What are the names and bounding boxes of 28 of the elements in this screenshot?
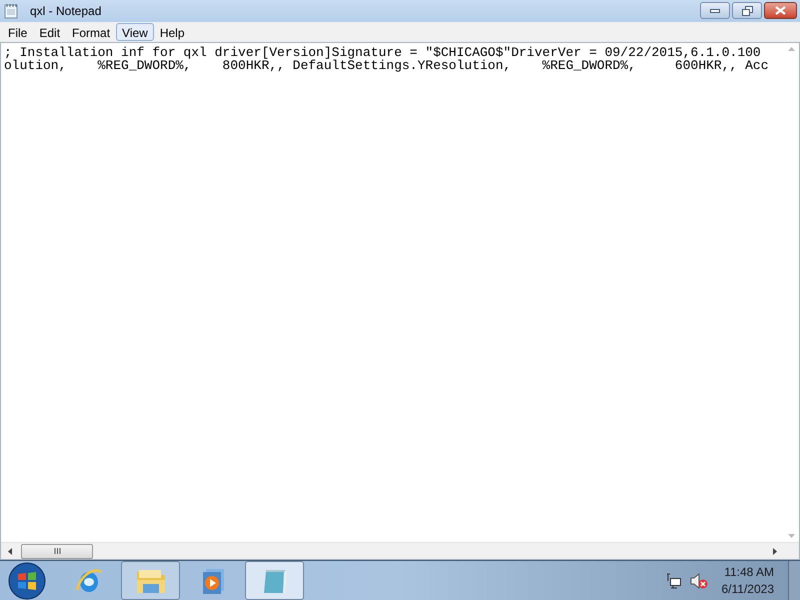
restore-icon [742, 6, 752, 16]
scroll-right-icon [773, 548, 777, 554]
volume-icon[interactable] [690, 572, 708, 588]
notepad-icon [4, 3, 18, 19]
show-desktop-button[interactable] [788, 561, 800, 600]
scroll-down-icon [788, 534, 794, 538]
menu-item[interactable]: Format [66, 23, 116, 41]
restore-button[interactable] [732, 2, 762, 19]
scroll-left-icon [8, 548, 12, 554]
minimize-button[interactable] [700, 2, 730, 19]
close-icon [775, 6, 786, 15]
close-button[interactable] [764, 2, 797, 19]
minimize-icon [710, 8, 720, 12]
scroll-up-icon [788, 47, 794, 51]
taskbar-button[interactable] [121, 561, 180, 600]
menu-item[interactable]: Help [154, 23, 191, 41]
window-title: qxl - Notepad [30, 3, 102, 20]
taskbar-button[interactable] [245, 561, 304, 600]
menu-item[interactable]: View [116, 23, 154, 41]
horizontal-scrollbar[interactable] [1, 542, 799, 559]
clock-date: 6/11/2023 [722, 580, 774, 598]
start-button[interactable] [8, 562, 46, 600]
clock-time: 11:48 AM [724, 564, 774, 580]
grip-icon [54, 548, 60, 554]
scrollbar-thumb[interactable] [21, 544, 93, 558]
network-icon[interactable] [666, 572, 682, 588]
menu-item[interactable]: Edit [33, 23, 66, 41]
menu-item[interactable]: File [2, 23, 34, 41]
